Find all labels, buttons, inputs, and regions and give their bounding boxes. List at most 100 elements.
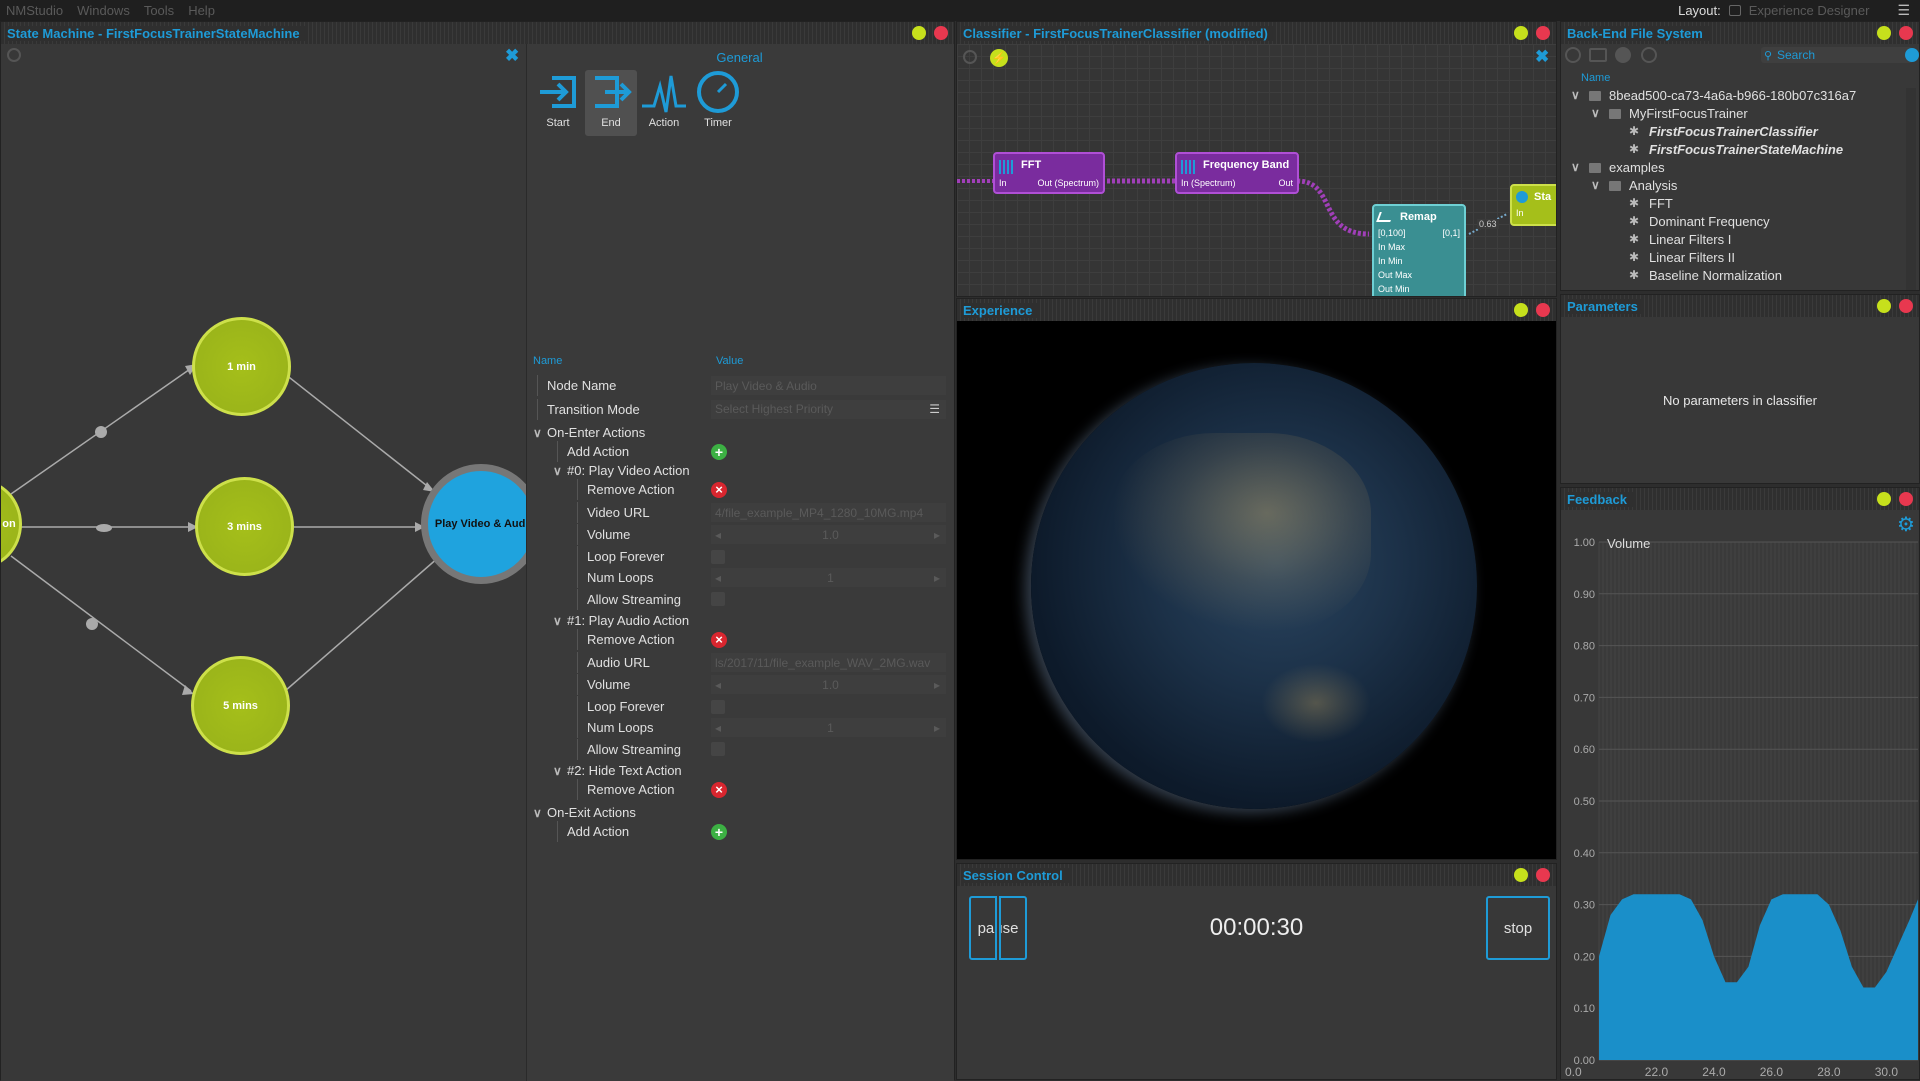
tool-end[interactable]: End [585,70,637,136]
classifier-titlebar[interactable]: Classifier - FirstFocusTrainerClassifier… [957,22,1556,44]
close-button[interactable] [1899,492,1913,506]
tree-item[interactable]: ✱ FFT [1561,196,1901,214]
layout-select[interactable]: Experience Designer [1749,3,1870,18]
new-folder-icon[interactable] [1589,48,1607,62]
node-state-in[interactable]: In [1516,208,1524,218]
feedback-titlebar[interactable]: Feedback [1561,488,1919,510]
minimize-button[interactable] [1514,303,1528,317]
search-input[interactable]: ⚲ Search [1761,47,1919,63]
chevron-down-icon[interactable]: ∨ [533,426,542,440]
filesystem-scrollbar[interactable] [1906,88,1916,290]
state-machine-titlebar[interactable]: State Machine - FirstFocusTrainerStateMa… [1,22,954,44]
node-remap-in-max[interactable]: In Max [1378,242,1405,252]
filesystem-titlebar[interactable]: Back-End File System [1561,22,1919,44]
refresh-icon[interactable] [1641,47,1657,63]
minimize-button[interactable] [1877,299,1891,313]
spin-right-icon[interactable]: ▸ [934,571,940,585]
close-button[interactable] [1536,26,1550,40]
checkbox[interactable] [711,699,725,714]
spin-left-icon[interactable]: ◂ [715,571,721,585]
spin-right-icon[interactable]: ▸ [934,528,940,542]
chevron-down-icon[interactable]: ∨ [553,614,562,628]
add-icon[interactable] [1565,47,1581,63]
close-button[interactable] [1536,868,1550,882]
experience-titlebar[interactable]: Experience [957,299,1556,321]
add-action-icon[interactable]: + [711,823,727,840]
minimize-button[interactable] [1877,492,1891,506]
minimize-button[interactable] [1877,26,1891,40]
node-state[interactable]: Sta In [1510,184,1556,226]
remove-action-icon[interactable]: × [711,631,727,648]
prop-value-field[interactable]: ls/2017/11/file_example_WAV_2MG.wav [711,653,946,672]
tool-start[interactable]: Start [533,70,583,136]
tree-item[interactable]: ∨ examples [1561,160,1901,178]
state-graph-canvas[interactable]: ✖ on 1 min 3 mins 5 mins Play Video & Au… [1,44,526,1081]
close-button[interactable] [1899,299,1913,313]
state-node-5mins[interactable]: 5 mins [191,656,290,755]
node-band-in[interactable]: In (Spectrum) [1181,178,1236,188]
minimize-button[interactable] [1514,868,1528,882]
chevron-down-icon[interactable]: ∨ [533,806,542,820]
remove-icon[interactable] [1615,47,1631,63]
checkbox[interactable] [711,592,725,606]
node-fft-in[interactable]: In [999,178,1007,188]
node-fft[interactable]: FFT In Out (Spectrum) [993,152,1105,194]
session-titlebar[interactable]: Session Control [957,864,1556,886]
node-remap-range-out[interactable]: [0,1] [1442,228,1460,238]
node-frequency-band[interactable]: Frequency Band In (Spectrum) Out [1175,152,1299,194]
stop-button[interactable]: stop [1486,896,1550,960]
tree-item[interactable]: ∨ MyFirstFocusTrainer [1561,106,1901,124]
node-remap-in-min[interactable]: In Min [1378,256,1403,266]
node-remap-range-in[interactable]: [0,100] [1378,228,1406,238]
menu-windows[interactable]: Windows [77,3,130,18]
tool-action[interactable]: Action [639,70,689,136]
close-button[interactable] [934,26,948,40]
spin-left-icon[interactable]: ◂ [715,678,721,692]
prop-value-field[interactable]: ◂ ▸ 1.0 [711,675,946,694]
prop-value-field[interactable]: 4/file_example_MP4_1280_10MG.mp4 [711,503,946,522]
close-button[interactable] [1899,26,1913,40]
hamburger-icon[interactable]: ☰ [1897,2,1910,19]
prop-value-field[interactable]: Select Highest Priority ☰ [711,399,946,419]
menu-nmstudio[interactable]: NMStudio [6,3,63,18]
chevron-down-icon[interactable]: ∨ [1591,106,1600,120]
tree-item[interactable]: ✱ FirstFocusTrainerClassifier [1561,124,1901,142]
prop-value-field[interactable]: ◂ ▸ 1 [711,568,946,587]
node-band-out[interactable]: Out [1278,178,1293,188]
tree-item[interactable]: ∨ 8bead500-ca73-4a6a-b966-180b07c316a7 [1561,88,1901,106]
close-button[interactable] [1536,303,1550,317]
node-remap-out-min[interactable]: Out Min [1378,284,1410,294]
menu-help[interactable]: Help [188,3,215,18]
clear-search-icon[interactable] [1905,48,1919,62]
chevron-down-icon[interactable]: ∨ [1591,178,1600,192]
chevron-down-icon[interactable]: ∨ [553,764,562,778]
remove-action-icon[interactable]: × [711,781,727,798]
spin-left-icon[interactable]: ◂ [715,721,721,735]
prop-value-field[interactable]: Play Video & Audio [711,376,946,395]
tree-item[interactable]: ∨ Analysis [1561,178,1901,196]
tree-item[interactable]: ✱ Baseline Normalization [1561,268,1901,286]
tree-item[interactable]: ✱ Linear Filters II [1561,250,1901,268]
select-menu-icon[interactable]: ☰ [929,402,940,416]
node-remap-out-max[interactable]: Out Max [1378,270,1412,280]
spin-right-icon[interactable]: ▸ [934,721,940,735]
tree-item[interactable]: ✱ FirstFocusTrainerStateMachine [1561,142,1901,160]
checkbox[interactable] [711,742,725,756]
prop-value-field[interactable]: ◂ ▸ 1 [711,718,946,737]
video-view[interactable] [957,321,1556,859]
state-node-1min[interactable]: 1 min [192,317,291,416]
tree-item[interactable]: ✱ Linear Filters I [1561,232,1901,250]
state-node-3mins[interactable]: 3 mins [195,477,294,576]
chevron-down-icon[interactable]: ∨ [553,464,562,478]
prop-value-field[interactable]: ◂ ▸ 1.0 [711,525,946,544]
add-action-icon[interactable]: + [711,443,727,460]
chevron-down-icon[interactable]: ∨ [1571,160,1580,174]
menu-tools[interactable]: Tools [144,3,174,18]
spin-right-icon[interactable]: ▸ [934,678,940,692]
chevron-down-icon[interactable]: ∨ [1571,88,1580,102]
minimize-button[interactable] [912,26,926,40]
parameters-titlebar[interactable]: Parameters [1561,295,1919,317]
node-fft-out[interactable]: Out (Spectrum) [1037,178,1099,188]
tool-timer[interactable]: Timer [693,70,743,136]
checkbox[interactable] [711,549,725,564]
